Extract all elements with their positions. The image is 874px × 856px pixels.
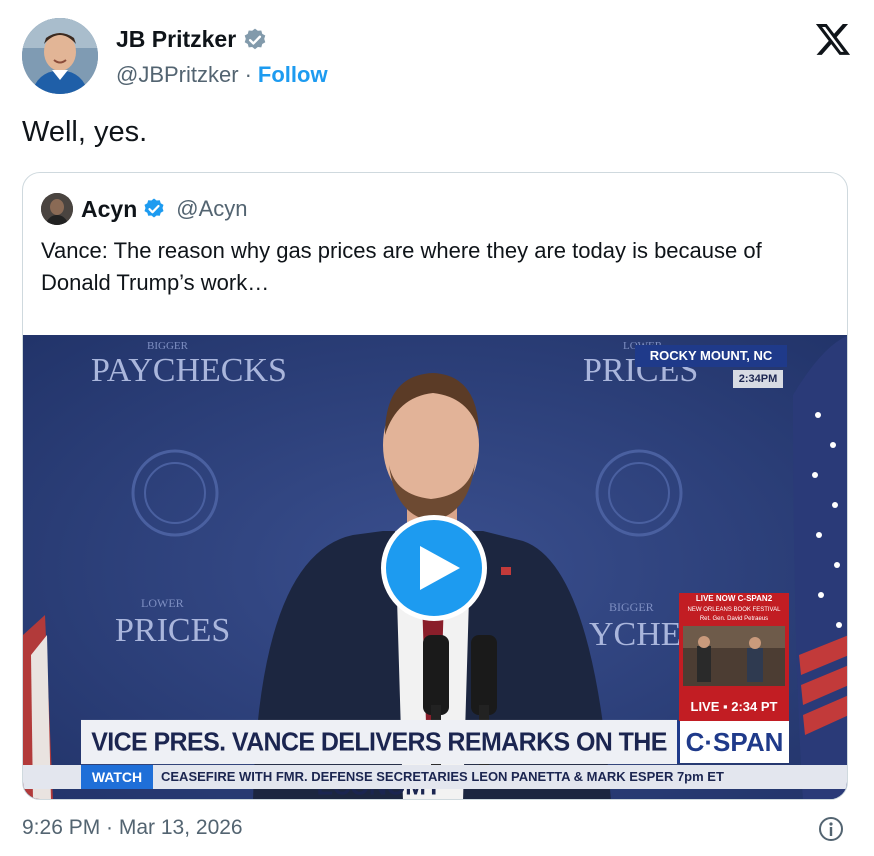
quoted-author-handle: @Acyn [176,196,248,221]
blue-verified-badge-icon [144,198,164,218]
location-name: ROCKY MOUNT, NC [635,345,787,367]
video-player[interactable]: BIGGER PAYCHECKS LOWER PRICES LOWER PRIC… [23,335,847,799]
quoted-author-row: Acyn @Acyn [41,193,248,225]
backdrop-text-5: LOWER [141,596,184,610]
live-now-box: LIVE NOW C-SPAN2 NEW ORLEANS BOOK FESTIV… [679,593,789,723]
follow-button[interactable]: Follow [258,62,328,88]
info-icon[interactable] [818,816,844,842]
live-time: LIVE ▪ 2:34 PT [690,699,778,714]
author-handle-row: @JBPritzker · Follow [116,62,328,88]
author-avatar[interactable] [22,18,98,94]
backdrop-text-2: PAYCHECKS [91,352,287,389]
tweet-text: Well, yes. [22,116,148,148]
quoted-tweet-text: Vance: The reason why gas prices are whe… [41,238,762,295]
location-time: 2:34PM [733,370,783,388]
live-subtitle-2: Ret. Gen. David Petraeus [699,616,769,622]
chyron-headline: VICE PRES. VANCE DELIVERS REMARKS ON THE… [81,719,677,799]
play-icon [420,546,460,590]
backdrop-text-7: BIGGER [609,600,654,614]
author-name-row: JB Pritzker [116,26,268,53]
quoted-author-name: Acyn [81,195,138,222]
author-handle[interactable]: @JBPritzker [116,62,239,88]
backdrop-text-1: BIGGER [147,340,189,352]
separator-dot: · [244,62,252,87]
ticker-text: CEASEFIRE WITH FMR. DEFENSE SECRETARIES … [161,769,724,784]
play-button[interactable] [381,515,487,621]
gray-verified-badge-icon [244,28,266,49]
quoted-author-avatar [41,193,73,225]
backdrop-text-6: PRICES [115,612,230,649]
news-ticker: WATCH CEASEFIRE WITH FMR. DEFENSE SECRET… [23,765,847,789]
tweet-header: JB Pritzker @JBPritzker · Follow [22,18,852,96]
x-logo-icon[interactable] [814,20,852,58]
quoted-tweet-card[interactable]: Acyn @Acyn Vance: The reason why gas pri… [22,172,848,800]
live-thumbnail [683,626,785,686]
location-bug: ROCKY MOUNT, NC 2:34PM [635,345,787,391]
cspan-logo: C·SPAN [677,721,789,763]
live-now-label: LIVE NOW C-SPAN2 [695,594,773,603]
tweet-timestamp[interactable]: 9:26 PM · Mar 13, 2026 [22,816,243,840]
author-display-name[interactable]: JB Pritzker [116,26,236,53]
watch-label: WATCH [81,765,153,789]
